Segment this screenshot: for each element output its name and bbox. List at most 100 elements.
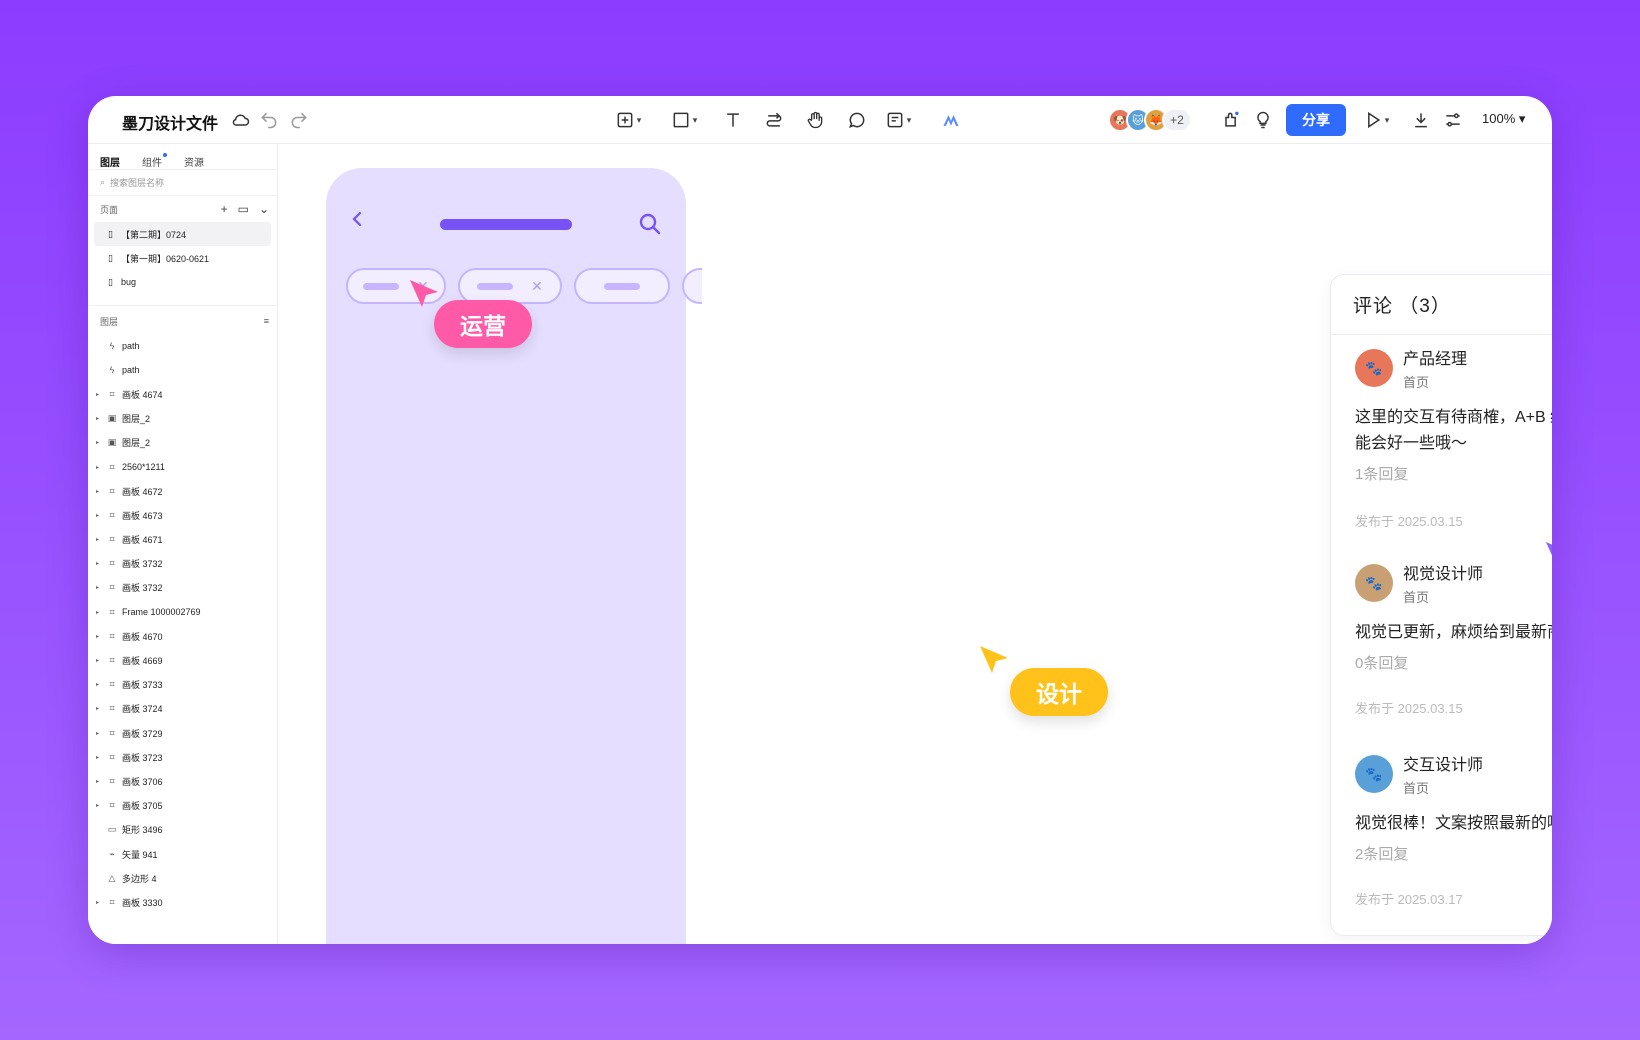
expand-caret-icon[interactable]: ▸ — [96, 415, 102, 422]
layer-row[interactable]: ▸ ⌗ 画板 3733 — [88, 673, 277, 697]
expand-caret-icon[interactable]: ▸ — [96, 778, 102, 785]
note-tool-icon[interactable]: ▾ — [880, 107, 916, 133]
page-icon: ▯ — [108, 228, 113, 239]
layer-row[interactable]: ▸ ⌗ 2560*1211 — [88, 455, 277, 479]
chevron-down-icon[interactable]: ⌄ — [259, 202, 269, 216]
page-item[interactable]: ▯ 【第二期】0724 — [94, 222, 271, 246]
download-icon[interactable] — [1408, 107, 1434, 133]
comment-page: 首页 — [1403, 375, 1430, 390]
filter-chip — [574, 268, 670, 304]
plugin-icon[interactable] — [1218, 107, 1244, 133]
layer-row[interactable]: ▸ ⌗ 画板 3729 — [88, 721, 277, 745]
expand-caret-icon[interactable]: ▸ — [96, 391, 102, 398]
expand-caret-icon[interactable]: ▸ — [96, 657, 102, 664]
page-item[interactable]: ▯ 【第一期】0620-0621 — [88, 246, 277, 270]
more-avatars-badge[interactable]: +2 — [1162, 108, 1192, 132]
expand-caret-icon[interactable]: ▸ — [96, 633, 102, 640]
collaborator-avatars[interactable]: 🐶 🐱 🦊 +2 — [1108, 108, 1192, 132]
path-layer-icon: ϟ — [109, 341, 115, 352]
back-arrow-icon — [352, 212, 362, 226]
comment-item[interactable]: 🐾 视觉设计师首页视觉已更新，麻烦给到最新商品图 0条回复 — [1331, 560, 1552, 673]
layer-label: 画板 4670 — [122, 631, 163, 642]
comment-text: 视觉很棒！文案按照最新的哦 😍😍 — [1355, 815, 1552, 832]
expand-caret-icon[interactable]: ▸ — [96, 730, 102, 737]
zoom-dropdown[interactable]: 100% ▾ — [1482, 111, 1525, 127]
hand-tool-icon[interactable] — [802, 107, 828, 133]
layer-row[interactable]: ϟ path — [88, 334, 277, 358]
layer-row[interactable]: ▸ ⌗ 画板 3724 — [88, 697, 277, 721]
avatar[interactable]: 🐾 — [1355, 755, 1393, 793]
close-icon: ✕ — [531, 277, 543, 294]
insert-frame-icon[interactable]: ▾ — [610, 107, 646, 133]
layer-row[interactable]: ▸ ⌗ 画板 3723 — [88, 745, 277, 769]
layer-label: 画板 4673 — [122, 510, 163, 521]
layer-row[interactable]: ▸ ⌗ Frame 1000002769 — [88, 600, 277, 624]
expand-caret-icon[interactable]: ▸ — [96, 609, 102, 616]
tab-layers[interactable]: 图层 — [100, 154, 120, 169]
lightbulb-icon[interactable] — [1250, 107, 1276, 133]
redo-icon[interactable] — [286, 107, 312, 133]
tab-components[interactable]: 组件 — [142, 153, 167, 169]
share-button[interactable]: 分享 — [1286, 104, 1346, 136]
expand-caret-icon[interactable]: ▸ — [96, 802, 102, 809]
connector-tool-icon[interactable] — [761, 107, 787, 133]
reply-count-link[interactable]: 1条回复 — [1355, 463, 1552, 484]
avatar[interactable]: 🐾 — [1355, 564, 1393, 602]
expand-caret-icon[interactable]: ▸ — [96, 681, 102, 688]
expand-caret-icon[interactable]: ▸ — [96, 899, 102, 906]
collapse-all-icon[interactable]: ≡ — [264, 316, 269, 326]
comment-item[interactable]: 🐾交互设计师首页•••视觉很棒！文案按照最新的哦 😍😍2条回复 — [1331, 751, 1552, 864]
cloud-sync-icon[interactable] — [228, 107, 254, 133]
layer-row[interactable]: ▸ ⌗ 画板 3330 — [88, 890, 277, 914]
reply-count-link[interactable]: 0条回复 — [1355, 652, 1552, 673]
file-title[interactable]: 墨刀设计文件 — [122, 110, 218, 134]
undo-icon[interactable] — [256, 107, 282, 133]
add-page-icon[interactable]: + — [221, 202, 228, 216]
comment-item[interactable]: 🐾产品经理首页•••这里的交互有待商榷，A+B 结合一下可能会好一些哦～1条回复 — [1331, 345, 1552, 484]
expand-caret-icon[interactable]: ▸ — [96, 705, 102, 712]
layer-row[interactable]: ▸ ▣ 图层_2 — [88, 431, 277, 455]
expand-caret-icon[interactable]: ▸ — [96, 536, 102, 543]
expand-caret-icon[interactable]: ▸ — [96, 439, 102, 446]
layer-row[interactable]: ϟ path — [88, 358, 277, 382]
play-preview-icon[interactable]: ▾ — [1358, 107, 1394, 133]
rectangle-tool-icon[interactable]: ▾ — [666, 107, 702, 133]
page-item[interactable]: ▯ bug — [88, 270, 277, 294]
layer-row[interactable]: ▸ ⌗ 画板 3732 — [88, 576, 277, 600]
layer-row[interactable]: ▭ 矩形 3496 — [88, 818, 277, 842]
comments-panel: 评论 （3） 🐾产品经理首页•••这里的交互有待商榷，A+B 结合一下可能会好一… — [1330, 274, 1552, 936]
layer-row[interactable]: ▸ ⌗ 画板 4671 — [88, 528, 277, 552]
comment-tool-icon[interactable] — [844, 107, 870, 133]
expand-caret-icon[interactable]: ▸ — [96, 464, 102, 471]
image-layer-icon: ▣ — [107, 437, 117, 448]
frame-layer-icon: ⌗ — [109, 558, 115, 569]
folder-icon[interactable]: ▭ — [238, 202, 249, 216]
expand-caret-icon[interactable]: ▸ — [96, 512, 102, 519]
expand-caret-icon[interactable]: ▸ — [96, 488, 102, 495]
layer-row[interactable]: ▸ ⌗ 画板 4674 — [88, 382, 277, 406]
expand-caret-icon[interactable]: ▸ — [96, 754, 102, 761]
layer-row[interactable]: △ 多边形 4 — [88, 866, 277, 890]
layer-row[interactable]: ▸ ⌗ 画板 3705 — [88, 794, 277, 818]
settings-sliders-icon[interactable] — [1440, 107, 1466, 133]
text-tool-icon[interactable] — [720, 107, 746, 133]
layer-label: path — [122, 365, 140, 376]
layer-search-input[interactable]: ⌕ 搜索图层名称 — [88, 170, 277, 196]
expand-caret-icon[interactable]: ▸ — [96, 584, 102, 591]
phone-mockup-frame[interactable]: ✕ ✕ — [326, 168, 702, 944]
layer-row[interactable]: ▸ ⌗ 画板 4669 — [88, 648, 277, 672]
layer-row[interactable]: ▸ ⌗ 画板 4672 — [88, 479, 277, 503]
search-icon — [639, 213, 661, 235]
layer-row[interactable]: ▸ ⌗ 画板 3732 — [88, 552, 277, 576]
layer-row[interactable]: ▸ ⌗ 画板 4673 — [88, 503, 277, 527]
layer-row[interactable]: ▸ ▣ 图层_2 — [88, 407, 277, 431]
expand-caret-icon[interactable]: ▸ — [96, 560, 102, 567]
design-canvas[interactable]: ✕ ✕ 评论 （3） 🐾产品经理首页•••这里的交互有待商榷，A+B 结合一下可… — [278, 144, 1552, 944]
avatar[interactable]: 🐾 — [1355, 349, 1393, 387]
layer-row[interactable]: ⌁ 矢量 941 — [88, 842, 277, 866]
layer-row[interactable]: ▸ ⌗ 画板 4670 — [88, 624, 277, 648]
reply-count-link[interactable]: 2条回复 — [1355, 843, 1552, 864]
ai-logo-icon[interactable] — [938, 107, 964, 133]
tab-assets[interactable]: 资源 — [184, 154, 204, 169]
layer-row[interactable]: ▸ ⌗ 画板 3706 — [88, 769, 277, 793]
